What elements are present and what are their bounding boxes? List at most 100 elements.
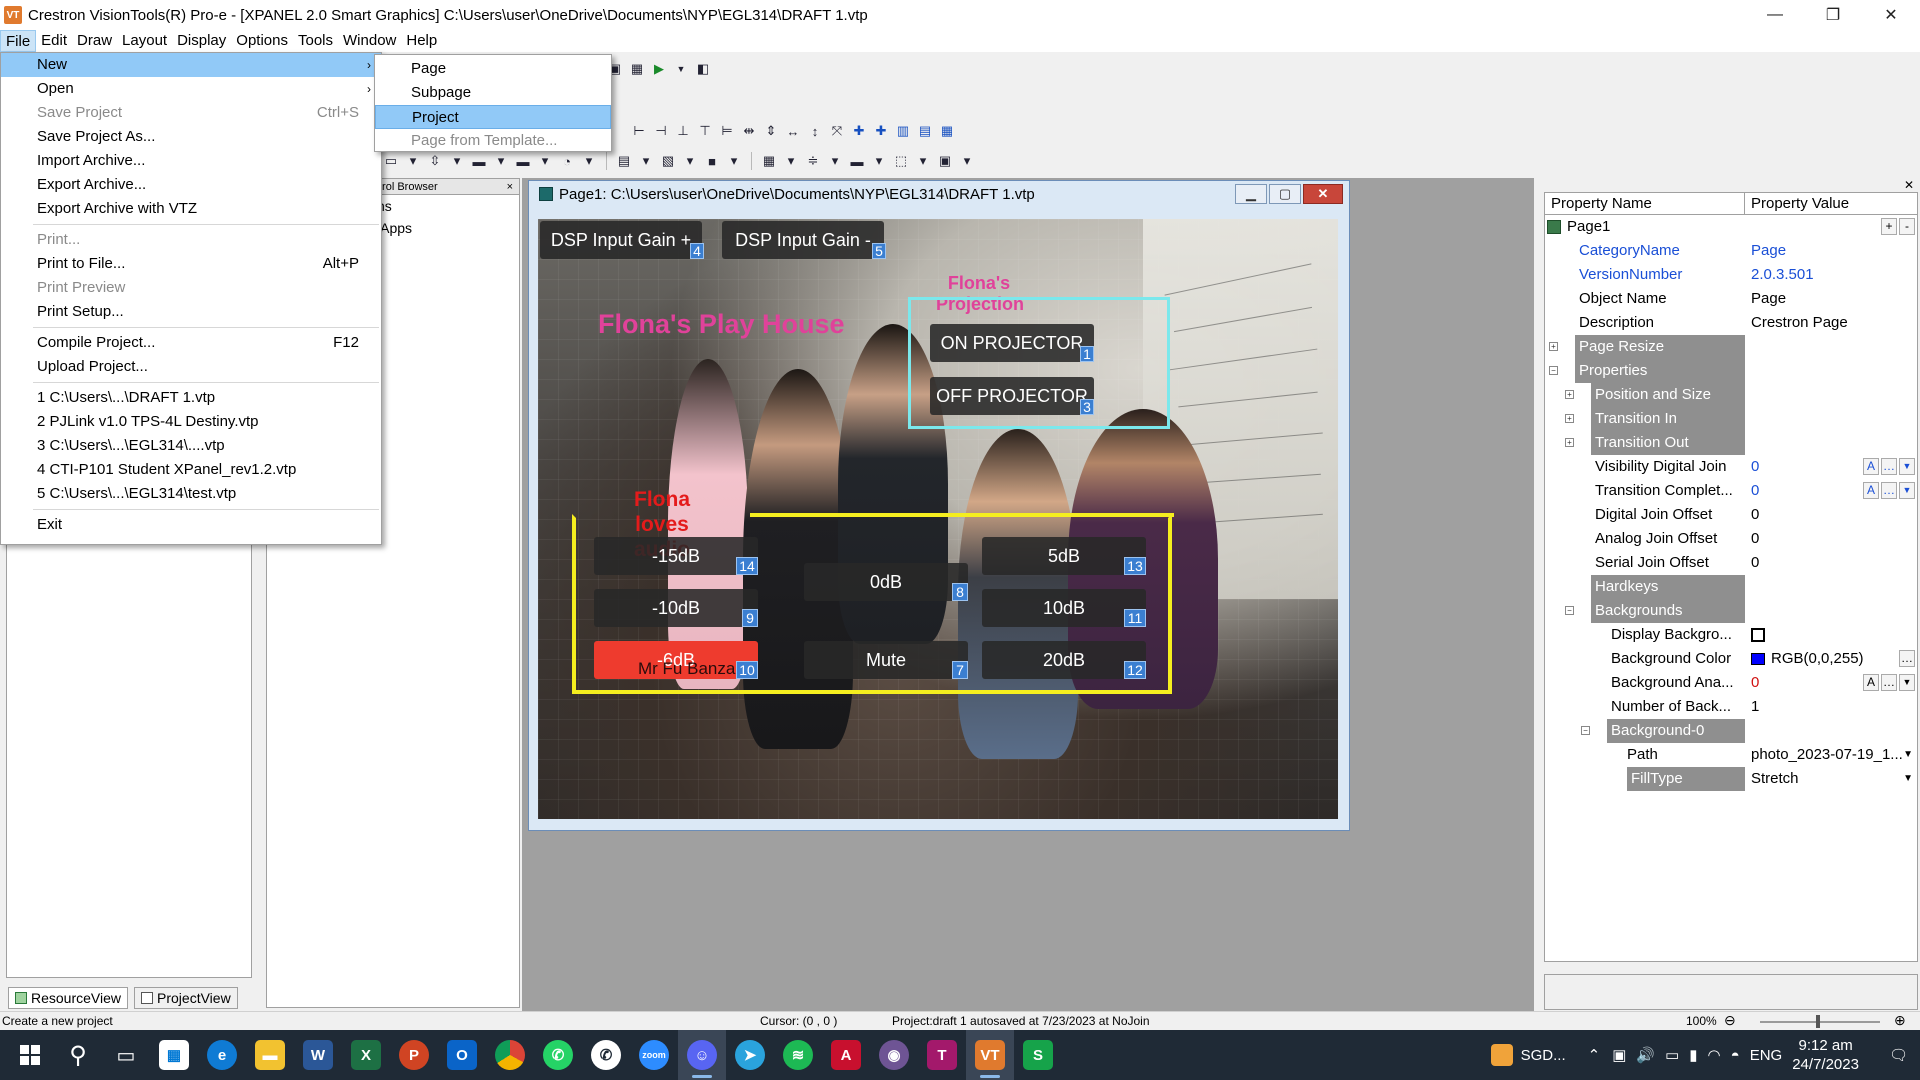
menu-item-open[interactable]: Open ›: [1, 77, 381, 101]
battery-icon[interactable]: ▮: [1689, 1046, 1697, 1064]
github-icon[interactable]: ◉: [870, 1030, 918, 1080]
property-row[interactable]: − Background-0: [1545, 719, 1917, 743]
notifications-icon[interactable]: 🗨: [1889, 1046, 1908, 1064]
dsp-gain-down-button[interactable]: DSP Input Gain -: [722, 221, 884, 259]
prop-value[interactable]: Page: [1745, 287, 1917, 311]
menu-file[interactable]: File: [0, 30, 37, 52]
start-button[interactable]: [6, 1030, 54, 1080]
telegram-icon[interactable]: ➤: [726, 1030, 774, 1080]
property-row[interactable]: Digital Join Offset 0: [1545, 503, 1917, 527]
panel-icon[interactable]: ◧: [694, 60, 712, 78]
run-icon[interactable]: ▶: [650, 60, 668, 78]
distribute-h-icon[interactable]: ⇹: [740, 122, 758, 140]
expand-icon[interactable]: +: [1565, 438, 1574, 447]
file-explorer-icon[interactable]: ▬: [246, 1030, 294, 1080]
prop-value[interactable]: 0 A… ▼: [1745, 479, 1917, 503]
tool-d-icon[interactable]: ▾: [448, 152, 466, 170]
property-row[interactable]: + Position and Size: [1545, 383, 1917, 407]
tray-app-icon[interactable]: ▣: [1612, 1046, 1626, 1064]
tool-x-icon[interactable]: ▾: [914, 152, 932, 170]
menu-item-compile-project[interactable]: Compile Project... F12: [1, 331, 381, 355]
discord-icon[interactable]: ☺: [678, 1030, 726, 1080]
tray-widget-text[interactable]: SGD...: [1521, 1047, 1566, 1064]
display-background-checkbox[interactable]: [1751, 628, 1765, 643]
prop-value[interactable]: 0: [1745, 551, 1917, 575]
menu-item-print-preview[interactable]: Print Preview: [1, 276, 381, 300]
menu-item-export-archive-vtz[interactable]: Export Archive with VTZ: [1, 197, 381, 221]
autocad-icon[interactable]: A: [822, 1030, 870, 1080]
property-row[interactable]: Display Backgro...: [1545, 623, 1917, 647]
menu-item-recent-file[interactable]: 5 C:\Users\...\EGL314\test.vtp: [1, 482, 381, 506]
on-projector-button[interactable]: ON PROJECTOR: [930, 324, 1094, 362]
property-row[interactable]: Number of Back... 1: [1545, 695, 1917, 719]
prop-value[interactable]: photo_2023-07-19_1... ▼: [1745, 743, 1917, 767]
submenu-item-subpage[interactable]: Subpage: [375, 81, 611, 105]
center-h-icon[interactable]: ✚: [850, 122, 868, 140]
tool-y-icon[interactable]: ▣: [936, 152, 954, 170]
tool-b-icon[interactable]: ▾: [404, 152, 422, 170]
tool-g-icon[interactable]: ▬: [514, 152, 532, 170]
tool-v-icon[interactable]: ▾: [870, 152, 888, 170]
prop-value[interactable]: RGB(0,0,255)…: [1745, 647, 1917, 671]
whatsapp-icon[interactable]: ✆: [534, 1030, 582, 1080]
tool-p-icon[interactable]: ▾: [725, 152, 743, 170]
excel-icon[interactable]: X: [342, 1030, 390, 1080]
dropdown-icon[interactable]: ▼: [1899, 482, 1915, 499]
property-row[interactable]: Hardkeys: [1545, 575, 1917, 599]
menu-window[interactable]: Window: [338, 30, 401, 52]
tab-resource-view[interactable]: ResourceView: [8, 987, 129, 1009]
property-row[interactable]: CategoryName Page: [1545, 239, 1917, 263]
dsp-gain-up-button[interactable]: DSP Input Gain +: [540, 221, 702, 259]
expand-icon[interactable]: +: [1565, 390, 1574, 399]
dropdown-icon[interactable]: ▼: [1899, 458, 1915, 475]
distribute-v-icon[interactable]: ⇕: [762, 122, 780, 140]
property-row[interactable]: Transition Complet... 0 A… ▼: [1545, 479, 1917, 503]
tool-n-icon[interactable]: ▾: [681, 152, 699, 170]
chrome-icon[interactable]: [486, 1030, 534, 1080]
powerpoint-icon[interactable]: P: [390, 1030, 438, 1080]
display-icon[interactable]: ▭: [1665, 1046, 1679, 1064]
menu-item-save-project-as[interactable]: Save Project As...: [1, 125, 381, 149]
maximize-icon[interactable]: ❐: [1804, 0, 1862, 30]
tool-i-icon[interactable]: ◔: [558, 152, 576, 170]
menu-draw[interactable]: Draw: [72, 30, 117, 52]
tool-t-icon[interactable]: ▾: [826, 152, 844, 170]
same-size-icon[interactable]: ⤧: [828, 122, 846, 140]
tool-h-icon[interactable]: ▾: [536, 152, 554, 170]
property-row-root[interactable]: Page1 + -: [1545, 215, 1917, 239]
prop-value[interactable]: 1: [1745, 695, 1917, 719]
menu-item-save-project[interactable]: Save Project Ctrl+S: [1, 101, 381, 125]
submenu-item-page[interactable]: Page: [375, 57, 611, 81]
tool-c-icon[interactable]: ⇳: [426, 152, 444, 170]
spotify-icon[interactable]: ≋: [774, 1030, 822, 1080]
grid-icon[interactable]: ▦: [628, 60, 646, 78]
prop-value[interactable]: 2.0.3.501: [1745, 263, 1917, 287]
ellipsis-button[interactable]: …: [1881, 674, 1897, 691]
prop-value[interactable]: [1745, 623, 1917, 647]
property-row[interactable]: Serial Join Offset 0: [1545, 551, 1917, 575]
expand-icon[interactable]: +: [1549, 342, 1558, 351]
minus-15db-button[interactable]: -15dB: [594, 537, 758, 575]
whatsapp-desktop-icon[interactable]: ✆: [582, 1030, 630, 1080]
tray-overflow-icon[interactable]: ⌃: [1588, 1046, 1601, 1064]
collapse-icon[interactable]: −: [1549, 366, 1558, 375]
space-h-icon[interactable]: ▥: [894, 122, 912, 140]
prop-value[interactable]: 0: [1745, 503, 1917, 527]
page-minimize-icon[interactable]: ▁: [1235, 184, 1267, 204]
property-row[interactable]: + Page Resize: [1545, 335, 1917, 359]
property-row[interactable]: Background Color RGB(0,0,255)…: [1545, 647, 1917, 671]
menu-item-print-to-file[interactable]: Print to File... Alt+P: [1, 252, 381, 276]
property-row[interactable]: + Transition Out: [1545, 431, 1917, 455]
property-panel-close-icon[interactable]: ✕: [1904, 178, 1914, 192]
mute-button[interactable]: Mute: [804, 641, 968, 679]
tool-l-icon[interactable]: ▾: [637, 152, 655, 170]
prop-value[interactable]: 0 A… ▼: [1745, 671, 1917, 695]
menu-item-recent-file[interactable]: 3 C:\Users\...\EGL314\....vtp: [1, 434, 381, 458]
edge-icon[interactable]: e: [198, 1030, 246, 1080]
off-projector-button[interactable]: OFF PROJECTOR: [930, 377, 1094, 415]
currency-widget-icon[interactable]: [1490, 1044, 1513, 1066]
menu-item-import-archive[interactable]: Import Archive...: [1, 149, 381, 173]
property-row[interactable]: Visibility Digital Join 0 A… ▼: [1545, 455, 1917, 479]
tool-o-icon[interactable]: ■: [703, 152, 721, 170]
menu-item-recent-file[interactable]: 1 C:\Users\...\DRAFT 1.vtp: [1, 386, 381, 410]
